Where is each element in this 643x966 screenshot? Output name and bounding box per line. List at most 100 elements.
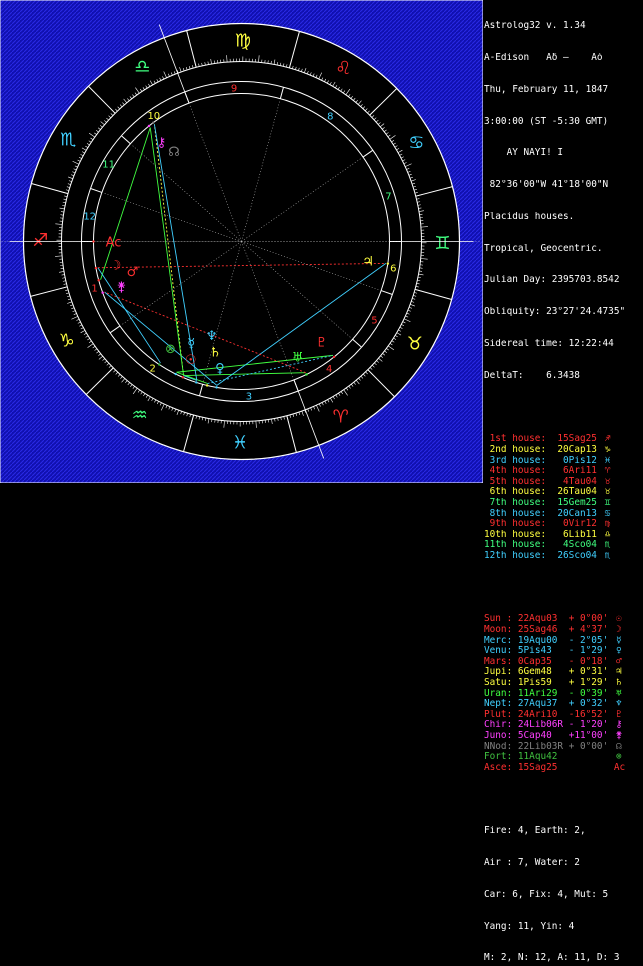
house-label: 12th house: [484, 551, 546, 561]
planet-marker [97, 279, 99, 281]
house-label: 8th house: [484, 509, 546, 519]
planet-name: Juno: [484, 731, 512, 741]
planet-marker [158, 363, 160, 365]
planet-position: 24Lib06R [518, 720, 563, 730]
planet-glyph-icon: ⚵ [117, 280, 127, 295]
planet-icon: ⚵ [614, 731, 624, 742]
planet-list: Sun : 22Aqu03 + 0°00' ☉Moon: 25Sag46 + 4… [484, 614, 643, 773]
zodiac-type: Tropical, Geocentric. [484, 244, 643, 255]
house-cusp-value: 0Vir12 [552, 519, 597, 529]
elements-line-1: Fire: 4, Earth: 2, [484, 826, 643, 837]
house-row: 4th house: 6Ari11 ♈ [484, 466, 643, 477]
planet-glyph-icon: ♀ [215, 362, 225, 377]
planet-marker [152, 122, 154, 124]
planet-icon: ⚷ [614, 720, 624, 731]
planet-row: Fort: 11Aqu42 ⊗ [484, 752, 643, 763]
planet-name: Sun : [484, 614, 512, 624]
house-number: 1 [91, 284, 97, 295]
planet-row: Asce: 15Sag25 Ac [484, 763, 643, 774]
sidereal-time: Sidereal time: 12:22:44 [484, 339, 643, 350]
yang-yin-line: Yang: 11, Yin: 4 [484, 922, 643, 933]
house-label: 9th house: [484, 519, 546, 529]
sign-glyph-icon: ♋ [408, 132, 424, 153]
house-row: 9th house: 0Vir12 ♍ [484, 519, 643, 530]
planet-icon: ♅ [614, 689, 624, 700]
planet-row: Satu: 1Pis59 + 1°29' ♄ [484, 678, 643, 689]
planet-glyph-icon: ♄ [209, 345, 221, 360]
house-cusp-value: 26Sco04 [552, 551, 597, 561]
planet-speed: - 0°18' [569, 657, 609, 667]
house-label: 1st house: [484, 434, 546, 444]
sign-icon: ♊ [603, 498, 613, 509]
planet-marker [387, 262, 389, 264]
sign-glyph-icon: ♍ [235, 31, 251, 52]
planet-icon: ☊ [614, 742, 624, 753]
planet-marker [305, 373, 307, 375]
planet-row: Venu: 5Pis43 - 1°29' ♀ [484, 646, 643, 657]
planet-marker [148, 125, 150, 127]
planet-row: Plut: 24Ari10 -16°52' ♇ [484, 710, 643, 721]
planet-position: 22Lib03R [518, 742, 563, 752]
planet-marker [215, 386, 217, 388]
sign-glyph-icon: ♏ [60, 130, 76, 151]
obliquity: Obliquity: 23°27'24.4735" [484, 307, 643, 318]
planet-glyph-icon: Ac [106, 235, 122, 250]
planet-icon: ♆ [614, 699, 624, 710]
elements-line-2: Air : 7, Water: 2 [484, 858, 643, 869]
house-row: 12th house: 26Sco04 ♏ [484, 551, 643, 562]
sign-icon: ♍ [603, 519, 613, 530]
house-number: 8 [327, 112, 333, 123]
chart-name-row: A-Edison Aδ – Aó [484, 53, 643, 64]
house-label: 6th house: [484, 487, 546, 497]
planet-speed: - 1°29' [569, 646, 609, 656]
planet-name: Nept: [484, 699, 512, 709]
planet-speed: + 1°29' [569, 678, 609, 688]
julian-day: Julian Day: 2395703.8542 [484, 275, 643, 286]
sign-icon: ♎ [603, 530, 613, 541]
house-list: 1st house: 15Sag25 ♐ 2nd house: 20Cap13 … [484, 434, 643, 561]
planet-speed: - 1°20' [569, 720, 609, 730]
planet-position: 24Ari10 [518, 710, 563, 720]
coordinates: 82°36'00"W 41°18'00"N [484, 180, 643, 191]
planet-glyph-icon: ⊗ [165, 342, 176, 357]
sign-icon: ♋ [603, 509, 613, 520]
planet-row: Chir: 24Lib06R - 1°20' ⚷ [484, 720, 643, 731]
planet-position: 25Sag46 [518, 625, 563, 635]
house-row: 11th house: 4Sco04 ♏ [484, 540, 643, 551]
planet-glyph-icon: ☽ [110, 258, 122, 273]
house-label: 7th house: [484, 498, 546, 508]
planet-name: Asce: [484, 763, 512, 773]
planet-position: 15Sag25 [518, 763, 563, 773]
house-cusp-value: 4Sco04 [552, 540, 597, 550]
sign-glyph-icon: ♊ [434, 233, 450, 254]
sign-icon: ♉ [603, 487, 613, 498]
location-line: ÀY NAYÌ! Ì [484, 148, 643, 159]
name-glyphs: Aδ – [546, 53, 569, 63]
planet-speed: + 0°31' [569, 667, 609, 677]
chart-time: 3:00:00 (ST -5:30 GMT) [484, 117, 643, 128]
planet-name: Merc: [484, 636, 512, 646]
house-number: 5 [371, 315, 377, 326]
sign-glyph-icon: ♉ [407, 333, 423, 354]
planet-speed: + 4°37' [569, 625, 609, 635]
planet-name: Satu: [484, 678, 512, 688]
info-panel: Astrolog32 v. 1.34 A-Edison Aδ – Aó Thu,… [484, 0, 643, 483]
planet-name: Fort: [484, 752, 512, 762]
spacer [484, 795, 643, 806]
planet-icon: ♇ [614, 710, 624, 721]
sign-icon: ♉ [603, 477, 613, 488]
house-cusp-value: 6Lib11 [552, 530, 597, 540]
sign-icon: ♑ [603, 445, 613, 456]
planet-marker [95, 267, 97, 269]
planet-icon: ☿ [614, 636, 624, 647]
planet-name: Jupi: [484, 667, 512, 677]
planet-glyph-icon: ♂ [127, 265, 139, 280]
house-number: 9 [231, 84, 237, 95]
planet-row: Nept: 27Aqu37 + 0°32' ♆ [484, 699, 643, 710]
planet-marker [206, 384, 208, 386]
planet-marker [174, 373, 176, 375]
house-row: 10th house: 6Lib11 ♎ [484, 530, 643, 541]
planet-name: Mars: [484, 657, 512, 667]
planet-glyph-icon: ☉ [185, 353, 197, 368]
chart-name: A-Edison [484, 53, 529, 63]
